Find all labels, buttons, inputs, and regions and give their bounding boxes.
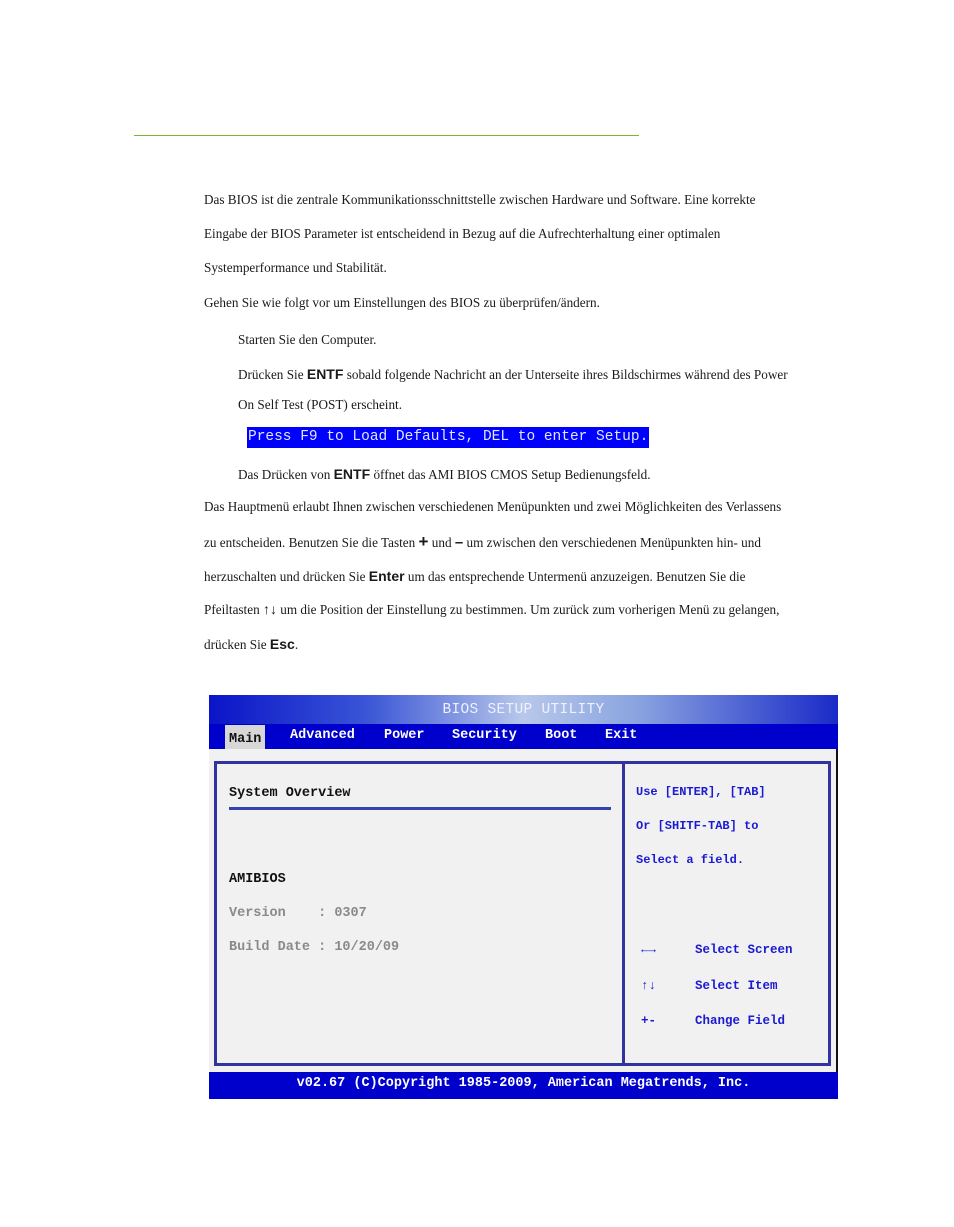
section-title: System Overview [229,786,351,801]
text: um das entsprechende Untermenü anzuzeige… [404,569,746,584]
post-message: Press F9 to Load Defaults, DEL to enter … [247,427,650,448]
hotkey-select-item: Select Item [695,979,778,993]
header-rule [134,135,639,136]
tab-security[interactable]: Security [452,724,517,749]
key-esc: Esc [269,636,295,652]
text: . [294,637,299,652]
build-date-line: Build Date : 10/20/09 [229,940,400,955]
step-text: öffnet das AMI BIOS CMOS Setup Bedienung… [370,467,651,482]
key-plus: + [418,532,429,551]
key-entf: ENTF [306,366,344,382]
step-text: Drücken Sie [238,367,307,382]
step-opens-setup: Das Drücken von ENTF öffnet das AMI BIOS… [238,466,651,483]
intro-line-3: Systemperformance und Stabilität. [204,260,387,275]
intro-line-1: Das BIOS ist die zentrale Kommunikations… [204,192,756,207]
help-line-3: Select a field. [636,853,745,867]
help-line-1: Use [ENTER], [TAB] [636,785,766,799]
bios-frame-edge [836,749,838,1072]
text: und [428,535,455,550]
bios-setup-screenshot: BIOS SETUP UTILITY Main Advanced Power S… [209,695,838,1099]
step-text: sobald folgende Nachricht an der Unterse… [343,367,788,382]
tab-main[interactable]: Main [225,725,266,749]
menu-para-line-1: Das Hauptmenü erlaubt Ihnen zwischen ver… [204,499,782,514]
plus-minus-icon: +- [641,1014,657,1028]
menu-para-line-2: zu entscheiden. Benutzen Sie die Tasten … [204,532,761,551]
section-underline [229,807,611,810]
amibios-label: AMIBIOS [229,872,286,887]
tab-exit[interactable]: Exit [605,724,637,749]
step-text: Das Drücken von [238,467,334,482]
hotkey-change-field: Change Field [695,1014,786,1028]
text: um zwischen den verschiedenen Menüpunkte… [463,535,761,550]
left-right-arrows-icon: ←→ [641,943,657,957]
bios-title-bar: BIOS SETUP UTILITY [209,695,838,724]
hotkey-select-screen: Select Screen [695,943,793,957]
step-press-del-cont: On Self Test (POST) erscheint. [238,397,403,412]
intro-line-2: Eingabe der BIOS Parameter ist entscheid… [204,226,721,241]
tab-boot[interactable]: Boot [545,724,577,749]
arrow-keys-icon: ↑↓ [262,601,277,617]
tab-power[interactable]: Power [384,724,425,749]
bios-tab-bar: Main Advanced Power Security Boot Exit [209,724,838,749]
key-minus: – [454,534,464,551]
bios-footer-copyright: v02.67 (C)Copyright 1985-2009, American … [209,1072,838,1099]
text: zu entscheiden. Benutzen Sie die Tasten [204,535,419,550]
key-entf: ENTF [333,466,371,482]
version-line: Version : 0307 [229,906,367,921]
text: Pfeiltasten [204,602,263,617]
step-start-computer: Starten Sie den Computer. [238,332,377,347]
menu-para-line-5: drücken Sie Esc. [204,636,298,653]
tab-advanced[interactable]: Advanced [290,724,355,749]
intro-line-4: Gehen Sie wie folgt vor um Einstellungen… [204,295,600,310]
help-line-2: Or [SHITF-TAB] to [636,819,759,833]
step-press-del: Drücken Sie ENTF sobald folgende Nachric… [238,366,788,383]
menu-para-line-3: herzuschalten und drücken Sie Enter um d… [204,568,746,585]
up-down-arrows-icon: ↑↓ [641,979,657,993]
text: drücken Sie [204,637,270,652]
text: um die Position der Einstellung zu besti… [276,602,780,617]
text: herzuschalten und drücken Sie [204,569,369,584]
menu-para-line-4: Pfeiltasten ↑↓ um die Position der Einst… [204,601,779,618]
key-enter: Enter [368,568,405,584]
